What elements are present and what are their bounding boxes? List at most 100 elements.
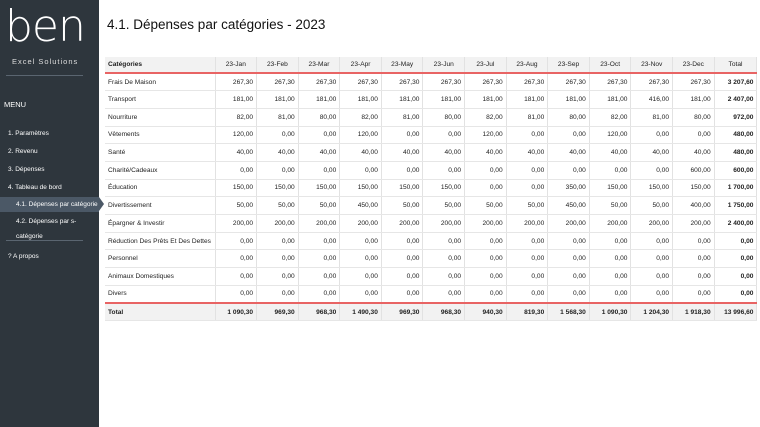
- amount-cell: 81,00: [381, 108, 424, 127]
- amount-cell: 0,00: [256, 249, 299, 269]
- amount-cell: 0,00: [298, 126, 341, 145]
- amount-cell: 0,00: [298, 249, 341, 269]
- amount-cell: 267,30: [672, 73, 715, 92]
- amount-cell: 267,30: [215, 73, 258, 92]
- table-row: Animaux Domestiques 0,00 0,00 0,00 0,00 0,00 0…: [105, 267, 758, 286]
- amount-cell: 40,00: [215, 143, 258, 162]
- amount-cell: 0,00: [464, 161, 507, 180]
- amount-cell: 0,00: [256, 267, 299, 286]
- category-cell: Divertissement: [105, 196, 216, 215]
- amount-cell: 969,30: [256, 301, 299, 322]
- row-total-cell: 2 400,00: [714, 214, 758, 233]
- amount-cell: 940,30: [464, 301, 507, 322]
- amount-cell: 0,00: [547, 285, 590, 304]
- logo-tagline: Excel Solutions: [12, 57, 79, 66]
- amount-cell: 0,00: [464, 249, 507, 269]
- amount-cell: 40,00: [422, 143, 466, 162]
- amount-cell: 0,00: [464, 179, 507, 198]
- column-header: 23-Sep: [547, 57, 590, 74]
- amount-cell: 150,00: [339, 179, 382, 198]
- amount-cell: 80,00: [547, 108, 590, 127]
- amount-cell: 0,00: [381, 267, 424, 286]
- category-cell: Frais De Maison: [105, 73, 216, 92]
- row-total-cell: 480,00: [714, 143, 758, 162]
- sidebar-item-parametres[interactable]: 1. Paramètres: [0, 126, 99, 141]
- amount-cell: 200,00: [381, 214, 424, 233]
- amount-cell: 200,00: [672, 214, 715, 233]
- amount-cell: 0,00: [589, 267, 632, 286]
- amount-cell: 0,00: [464, 267, 507, 286]
- amount-cell: 50,00: [589, 196, 632, 215]
- amount-cell: 40,00: [256, 143, 299, 162]
- amount-cell: 0,00: [339, 267, 382, 286]
- amount-cell: 200,00: [547, 214, 590, 233]
- sidebar-item-a-propos[interactable]: ? A propos: [0, 249, 99, 264]
- column-header: 23-Jan: [215, 57, 258, 74]
- amount-cell: 120,00: [339, 126, 382, 145]
- amount-cell: 0,00: [464, 285, 507, 304]
- amount-cell: 0,00: [298, 285, 341, 304]
- amount-cell: 50,00: [506, 196, 549, 215]
- amount-cell: 120,00: [464, 126, 507, 145]
- table-row: Frais De Maison 267,30 267,30 267,30 267,30 2…: [105, 73, 758, 92]
- amount-cell: 0,00: [672, 126, 715, 145]
- sidebar-item-depenses[interactable]: 3. Dépenses: [0, 162, 99, 177]
- amount-cell: 50,00: [630, 196, 674, 215]
- total-row: Total 1 090,30 969,30 968,30 1 490,30 969,30 9…: [105, 301, 758, 322]
- amount-cell: 450,00: [339, 196, 382, 215]
- amount-cell: 150,00: [298, 179, 341, 198]
- amount-cell: 0,00: [381, 161, 424, 180]
- table-row: Transport 181,00 181,00 181,00 181,00 181,00 1…: [105, 90, 758, 109]
- amount-cell: 267,30: [547, 73, 590, 92]
- amount-cell: 0,00: [589, 232, 632, 251]
- column-header: 23-May: [381, 57, 424, 74]
- amount-cell: 200,00: [630, 214, 674, 233]
- amount-cell: 181,00: [256, 90, 299, 109]
- table-row: Épargner & Investir 200,00 200,00 200,00 200…: [105, 214, 758, 233]
- amount-cell: 181,00: [672, 90, 715, 109]
- amount-cell: 120,00: [215, 126, 258, 145]
- amount-cell: 181,00: [381, 90, 424, 109]
- table-row: Réduction Des Prêts Et Des Dettes 0,00 0,0…: [105, 232, 758, 251]
- amount-cell: 81,00: [256, 108, 299, 127]
- amount-cell: 0,00: [215, 285, 258, 304]
- row-total-cell: 1 750,00: [714, 196, 758, 215]
- column-header: 23-Dec: [672, 57, 715, 74]
- amount-cell: 1 490,30: [339, 301, 382, 322]
- amount-cell: 0,00: [298, 267, 341, 286]
- row-total-cell: 3 207,60: [714, 73, 758, 92]
- row-total-cell: 0,00: [714, 285, 758, 304]
- amount-cell: 0,00: [672, 249, 715, 269]
- sidebar-item-depenses-par-s-categorie[interactable]: 4.2. Dépenses par s-catégorie: [0, 214, 99, 240]
- divider: [6, 75, 83, 76]
- amount-cell: 0,00: [506, 232, 549, 251]
- amount-cell: 0,00: [256, 161, 299, 180]
- row-total-cell: 600,00: [714, 161, 758, 180]
- amount-cell: 200,00: [464, 214, 507, 233]
- amount-cell: 350,00: [547, 179, 590, 198]
- sidebar-item-revenu[interactable]: 2. Revenu: [0, 144, 99, 159]
- amount-cell: 181,00: [464, 90, 507, 109]
- sidebar-item-tableau-de-bord[interactable]: 4. Tableau de bord: [0, 180, 99, 195]
- category-cell: Total: [105, 301, 216, 322]
- amount-cell: 0,00: [464, 232, 507, 251]
- amount-cell: 416,00: [630, 90, 674, 109]
- amount-cell: 267,30: [589, 73, 632, 92]
- amount-cell: 80,00: [298, 108, 341, 127]
- amount-cell: 50,00: [256, 196, 299, 215]
- amount-cell: 0,00: [547, 249, 590, 269]
- amount-cell: 0,00: [630, 161, 674, 180]
- amount-cell: 40,00: [298, 143, 341, 162]
- column-header: 23-Mar: [298, 57, 341, 74]
- divider: [6, 240, 83, 241]
- amount-cell: 200,00: [339, 214, 382, 233]
- amount-cell: 0,00: [506, 179, 549, 198]
- amount-cell: 181,00: [215, 90, 258, 109]
- amount-cell: 50,00: [464, 196, 507, 215]
- category-cell: Vêtements: [105, 126, 216, 145]
- amount-cell: 267,30: [256, 73, 299, 92]
- sidebar-item-depenses-par-categorie[interactable]: 4.1. Dépenses par catégorie: [0, 197, 104, 212]
- category-cell: Éducation: [105, 179, 216, 198]
- amount-cell: 0,00: [381, 232, 424, 251]
- amount-cell: 181,00: [298, 90, 341, 109]
